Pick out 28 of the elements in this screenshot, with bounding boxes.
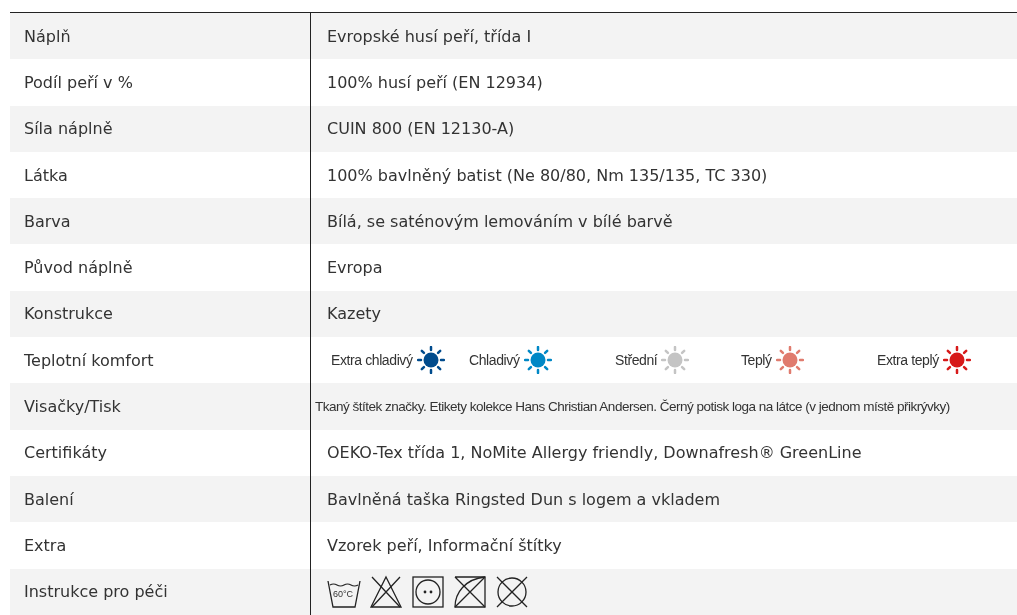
table-cell-text: Evropské husí peří, třída I <box>326 25 533 48</box>
table-cell-text: Bavlněná taška Ringsted Dun s logem a vkladem <box>326 488 722 511</box>
table-cell-text: Bílá, se saténovým lemováním v bílé barvě <box>326 210 674 233</box>
table-cell: Instrukce pro péči <box>10 568 311 615</box>
comfort-label: Teplý <box>741 352 772 369</box>
comfort-label: Extra teplý <box>877 352 939 369</box>
comfort-label: Chladivý <box>469 352 520 369</box>
crossed-iron-icon <box>453 574 487 609</box>
tumble-dry-icon <box>411 574 445 609</box>
table-cell-text: Tkaný štítek značky. Etikety kolekce Hans Christian Andersen. Černý potisk loga na látce (v jednom místě přikrývky) <box>314 398 951 416</box>
comfort-label: Střední <box>615 352 658 369</box>
table-cell-text: Kazety <box>326 303 382 326</box>
crossed-circle-icon <box>495 574 529 609</box>
table-cell: Visačky/Tisk <box>10 383 311 430</box>
table-cell-text: 100% bavlněný batist (Ne 80/80, Nm 135/135, TC 330) <box>326 164 769 187</box>
wash-temperature: 60°C <box>333 588 354 599</box>
table-cell-text: Vzorek peří, Informační štítky <box>326 534 563 557</box>
table-cell: Původ náplně <box>10 244 311 291</box>
table-cell-text: OEKO-Tex třída 1, NoMite Allergy friendly, Downafresh® GreenLine <box>326 442 863 465</box>
table-cell: Síla náplně <box>10 105 311 152</box>
comfort-label: Extra chladivý <box>331 352 413 369</box>
table-cell: Extra <box>10 522 311 569</box>
crossed-triangle-icon <box>369 574 403 609</box>
table-cell: Podíl peří v % <box>10 59 311 106</box>
table-cell-text: CUIN 800 (EN 12130-A) <box>326 118 516 141</box>
table-cell-text: Evropa <box>326 257 384 280</box>
table-cell: Certifikáty <box>10 429 311 476</box>
table-cell-text: 100% husí peří (EN 12934) <box>326 71 544 94</box>
